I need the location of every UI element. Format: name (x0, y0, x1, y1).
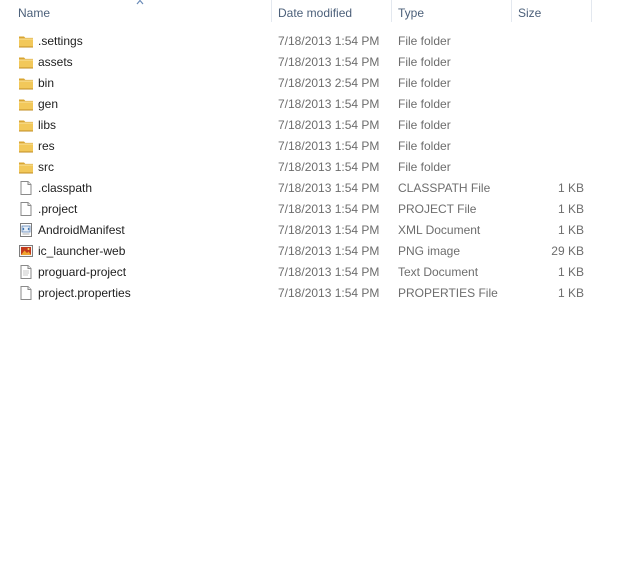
xml-file-icon (18, 222, 34, 238)
file-name: libs (38, 118, 57, 132)
folder-icon (18, 159, 34, 175)
file-type: File folder (398, 139, 451, 153)
file-name: project.properties (38, 286, 131, 300)
column-header-name[interactable]: Name (18, 0, 50, 24)
file-size (518, 115, 584, 136)
folder-icon (18, 54, 34, 70)
file-date-modified: 7/18/2013 1:54 PM (278, 181, 380, 195)
file-row[interactable]: ic_launcher-web 7/18/2013 1:54 PM PNG imag… (0, 241, 629, 262)
file-type: File folder (398, 97, 451, 111)
file-date-modified: 7/18/2013 1:54 PM (278, 244, 380, 258)
file-size (518, 136, 584, 157)
file-type: PNG image (398, 244, 461, 258)
file-name: assets (38, 55, 73, 69)
file-size: 1 KB (557, 181, 584, 195)
file-row[interactable]: AndroidManifest 7/18/2013 1:54 PM XML Docu… (0, 220, 629, 241)
folder-icon (18, 138, 34, 154)
file-date-modified: 7/18/2013 1:54 PM (278, 34, 380, 48)
file-row[interactable]: project.properties 7/18/2013 1:54 PM PROPE… (0, 283, 629, 304)
column-divider[interactable] (271, 0, 272, 22)
file-list: .settings 7/18/2013 1:54 PM File folder ass… (0, 31, 629, 304)
blank-file-icon (18, 285, 34, 301)
file-row[interactable]: .settings 7/18/2013 1:54 PM File folder (0, 31, 629, 52)
file-date-modified: 7/18/2013 1:54 PM (278, 223, 380, 237)
file-type: PROPERTIES File (398, 286, 498, 300)
folder-icon (18, 75, 34, 91)
file-name: proguard-project (38, 265, 127, 279)
file-type: CLASSPATH File (398, 181, 491, 195)
file-date-modified: 7/18/2013 1:54 PM (278, 286, 380, 300)
file-type: File folder (398, 160, 451, 174)
file-row[interactable]: proguard-project 7/18/2013 1:54 PM Text Do… (0, 262, 629, 283)
file-date-modified: 7/18/2013 1:54 PM (278, 97, 380, 111)
folder-icon (18, 96, 34, 112)
file-explorer-details-view: Name Date modified Type Size .settings 7/… (0, 0, 629, 587)
file-date-modified: 7/18/2013 1:54 PM (278, 118, 380, 132)
file-size (518, 52, 584, 73)
file-size (518, 94, 584, 115)
file-type: PROJECT File (398, 202, 477, 216)
file-row[interactable]: res 7/18/2013 1:54 PM File folder (0, 136, 629, 157)
file-size: 1 KB (557, 265, 584, 279)
file-type: XML Document (398, 223, 481, 237)
file-date-modified: 7/18/2013 1:54 PM (278, 160, 380, 174)
file-row[interactable]: src 7/18/2013 1:54 PM File folder (0, 157, 629, 178)
folder-icon (18, 33, 34, 49)
file-name: src (38, 160, 54, 174)
file-type: File folder (398, 55, 451, 69)
file-row[interactable]: .project 7/18/2013 1:54 PM PROJECT File 1 K… (0, 199, 629, 220)
file-type: File folder (398, 118, 451, 132)
file-name: ic_launcher-web (38, 244, 126, 258)
file-date-modified: 7/18/2013 1:54 PM (278, 202, 380, 216)
file-name: .settings (38, 34, 83, 48)
file-size (518, 157, 584, 178)
file-type: Text Document (398, 265, 479, 279)
column-divider[interactable] (391, 0, 392, 22)
blank-file-icon (18, 201, 34, 217)
file-size: 1 KB (557, 202, 584, 216)
text-file-icon (18, 264, 34, 280)
file-date-modified: 7/18/2013 1:54 PM (278, 139, 380, 153)
file-size: 29 KB (551, 244, 584, 258)
file-row[interactable]: assets 7/18/2013 1:54 PM File folder (0, 52, 629, 73)
file-type: File folder (398, 76, 451, 90)
file-name: res (38, 139, 55, 153)
file-type: File folder (398, 34, 451, 48)
column-header-bar: Name Date modified Type Size (0, 0, 629, 24)
file-size (518, 31, 584, 52)
file-name: .project (38, 202, 78, 216)
column-header-type[interactable]: Type (398, 0, 424, 24)
file-row[interactable]: gen 7/18/2013 1:54 PM File folder (0, 94, 629, 115)
column-divider[interactable] (511, 0, 512, 22)
file-name: AndroidManifest (38, 223, 125, 237)
column-divider[interactable] (591, 0, 592, 22)
file-size (518, 73, 584, 94)
file-row[interactable]: .classpath 7/18/2013 1:54 PM CLASSPATH Fil… (0, 178, 629, 199)
file-row[interactable]: libs 7/18/2013 1:54 PM File folder (0, 115, 629, 136)
blank-file-icon (18, 180, 34, 196)
file-date-modified: 7/18/2013 1:54 PM (278, 55, 380, 69)
file-size: 1 KB (557, 286, 584, 300)
file-name: gen (38, 97, 59, 111)
file-date-modified: 7/18/2013 1:54 PM (278, 265, 380, 279)
sort-ascending-icon (136, 0, 144, 5)
column-header-date-modified[interactable]: Date modified (278, 0, 352, 24)
file-name: .classpath (38, 181, 93, 195)
file-name: bin (38, 76, 55, 90)
image-file-icon (18, 243, 34, 259)
column-header-size[interactable]: Size (518, 0, 541, 24)
folder-icon (18, 117, 34, 133)
file-row[interactable]: bin 7/18/2013 2:54 PM File folder (0, 73, 629, 94)
file-date-modified: 7/18/2013 2:54 PM (278, 76, 380, 90)
file-size: 1 KB (557, 223, 584, 237)
